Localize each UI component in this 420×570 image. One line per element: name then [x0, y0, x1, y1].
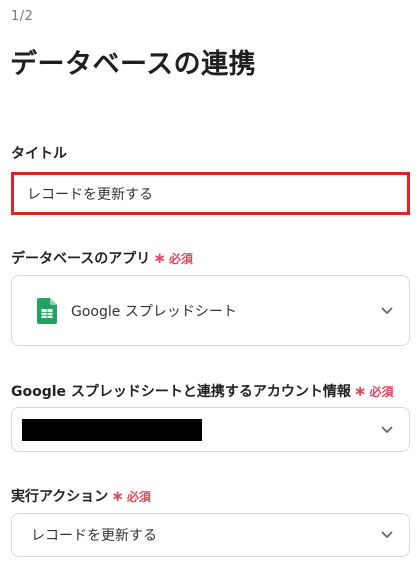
- title-label: タイトル: [11, 143, 67, 163]
- action-select[interactable]: レコードを更新する: [11, 513, 410, 557]
- database-app-label: データベースのアプリ ∗ 必須: [11, 248, 193, 268]
- action-label-text: 実行アクション: [11, 489, 109, 505]
- asterisk-icon: ∗: [153, 248, 166, 267]
- account-label: Google スプレッドシートと連携するアカウント情報 ∗ 必須: [11, 381, 394, 401]
- chevron-down-icon: [381, 307, 393, 314]
- database-app-value: Google スプレッドシート: [71, 303, 237, 320]
- title-input[interactable]: [11, 172, 410, 215]
- required-text: 必須: [369, 384, 394, 399]
- google-sheets-icon: [37, 297, 57, 324]
- required-text: 必須: [126, 489, 151, 504]
- page-title: データベースの連携: [10, 49, 257, 80]
- database-app-label-text: データベースのアプリ: [11, 251, 151, 267]
- required-badge: ∗ 必須: [153, 250, 193, 267]
- database-app-select[interactable]: Google スプレッドシート: [11, 275, 410, 346]
- required-badge: ∗ 必須: [354, 383, 394, 400]
- account-label-text: Google スプレッドシートと連携するアカウント情報: [11, 384, 351, 400]
- account-select[interactable]: [11, 407, 410, 452]
- required-badge: ∗ 必須: [111, 488, 151, 505]
- asterisk-icon: ∗: [353, 381, 367, 400]
- step-indicator: 1/2: [11, 9, 34, 24]
- title-label-text: タイトル: [11, 146, 67, 162]
- action-label: 実行アクション ∗ 必須: [11, 486, 151, 506]
- action-value: レコードを更新する: [31, 528, 157, 544]
- redacted-account-value: [22, 418, 202, 441]
- required-text: 必須: [168, 251, 193, 266]
- chevron-down-icon: [381, 426, 393, 433]
- asterisk-icon: ∗: [111, 486, 124, 505]
- chevron-down-icon: [381, 531, 393, 538]
